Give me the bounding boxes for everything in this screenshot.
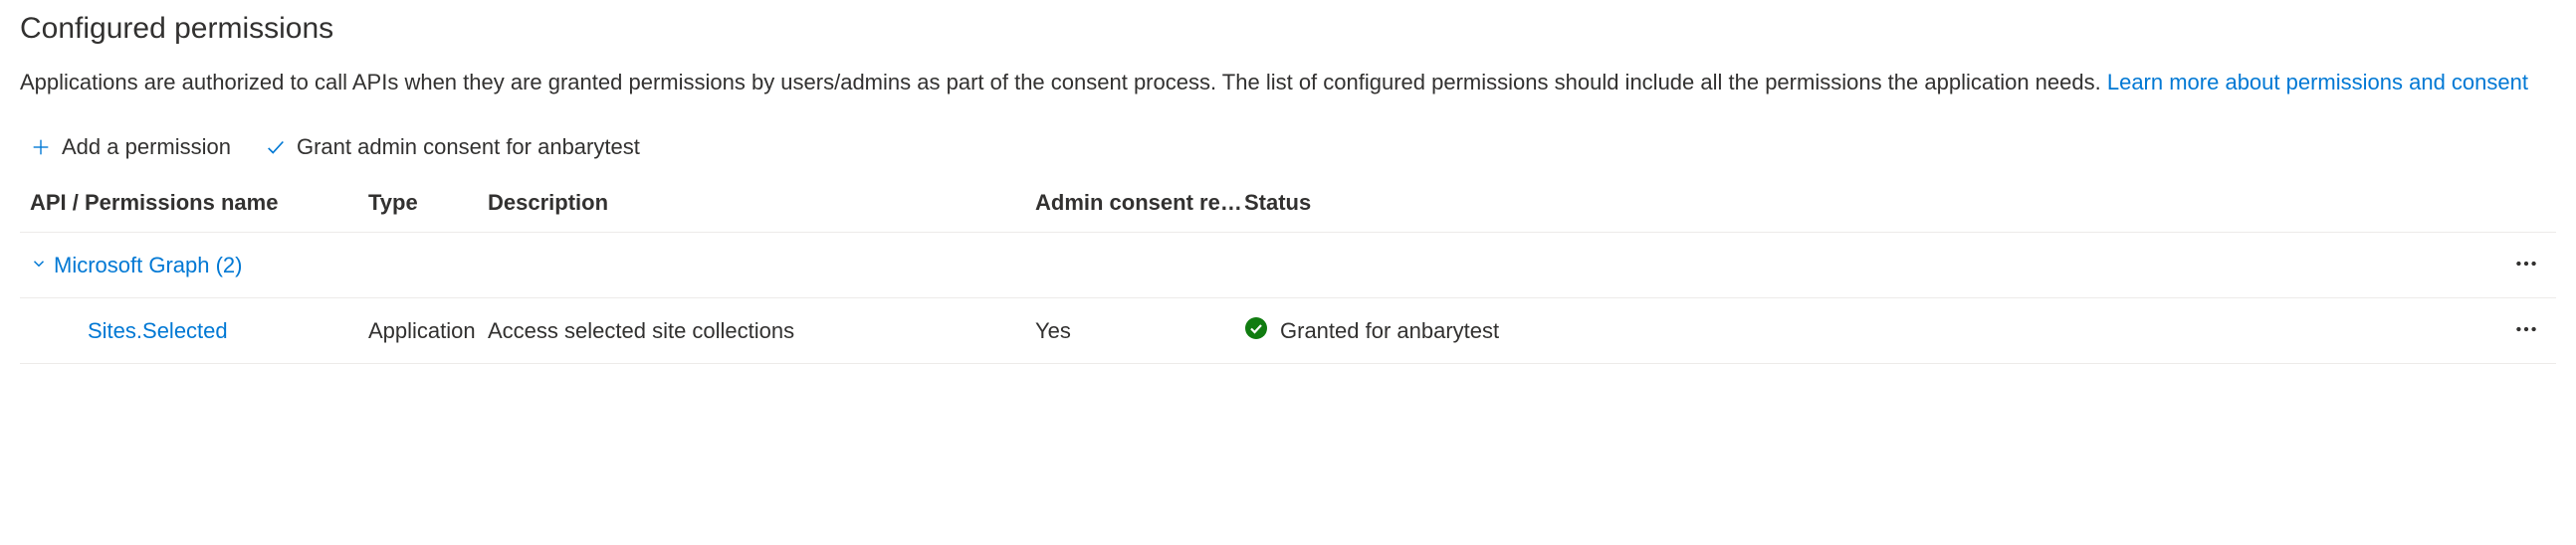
plus-icon xyxy=(30,136,52,158)
learn-more-link[interactable]: Learn more about permissions and consent xyxy=(2107,70,2528,94)
row-more-button[interactable] xyxy=(2496,312,2556,349)
description-text: Applications are authorized to call APIs… xyxy=(20,70,2107,94)
col-actions xyxy=(2496,190,2556,216)
col-status[interactable]: Status xyxy=(1244,190,2496,216)
more-horizontal-icon xyxy=(2513,316,2539,345)
permission-status-text: Granted for anbarytest xyxy=(1280,318,1499,344)
api-group-name: Microsoft Graph (2) xyxy=(54,253,243,278)
permissions-table: API / Permissions name Type Description … xyxy=(20,180,2556,364)
section-description: Applications are authorized to call APIs… xyxy=(20,66,2556,98)
chevron-down-icon xyxy=(30,253,48,278)
api-group-toggle[interactable]: Microsoft Graph (2) xyxy=(30,253,2496,278)
more-horizontal-icon xyxy=(2513,251,2539,279)
permission-description: Access selected site collections xyxy=(488,318,1035,344)
success-check-icon xyxy=(1244,316,1268,346)
permission-admin-consent: Yes xyxy=(1035,318,1244,344)
table-row: Sites.Selected Application Access select… xyxy=(20,298,2556,364)
checkmark-icon xyxy=(265,136,287,158)
table-header-row: API / Permissions name Type Description … xyxy=(20,180,2556,233)
group-more-button[interactable] xyxy=(2496,247,2556,283)
col-admin-consent[interactable]: Admin consent requ... xyxy=(1035,190,1244,216)
permission-name-link[interactable]: Sites.Selected xyxy=(30,318,368,344)
permission-type: Application xyxy=(368,318,488,344)
permission-status: Granted for anbarytest xyxy=(1244,316,2496,346)
col-api-name[interactable]: API / Permissions name xyxy=(30,190,368,216)
api-group-row: Microsoft Graph (2) xyxy=(20,233,2556,298)
add-permission-button[interactable]: Add a permission xyxy=(26,132,235,162)
col-description[interactable]: Description xyxy=(488,190,1035,216)
grant-consent-button[interactable]: Grant admin consent for anbarytest xyxy=(261,132,644,162)
section-title: Configured permissions xyxy=(20,12,2556,46)
add-permission-label: Add a permission xyxy=(62,134,231,160)
col-type[interactable]: Type xyxy=(368,190,488,216)
grant-consent-label: Grant admin consent for anbarytest xyxy=(297,134,640,160)
toolbar: Add a permission Grant admin consent for… xyxy=(20,126,2556,180)
